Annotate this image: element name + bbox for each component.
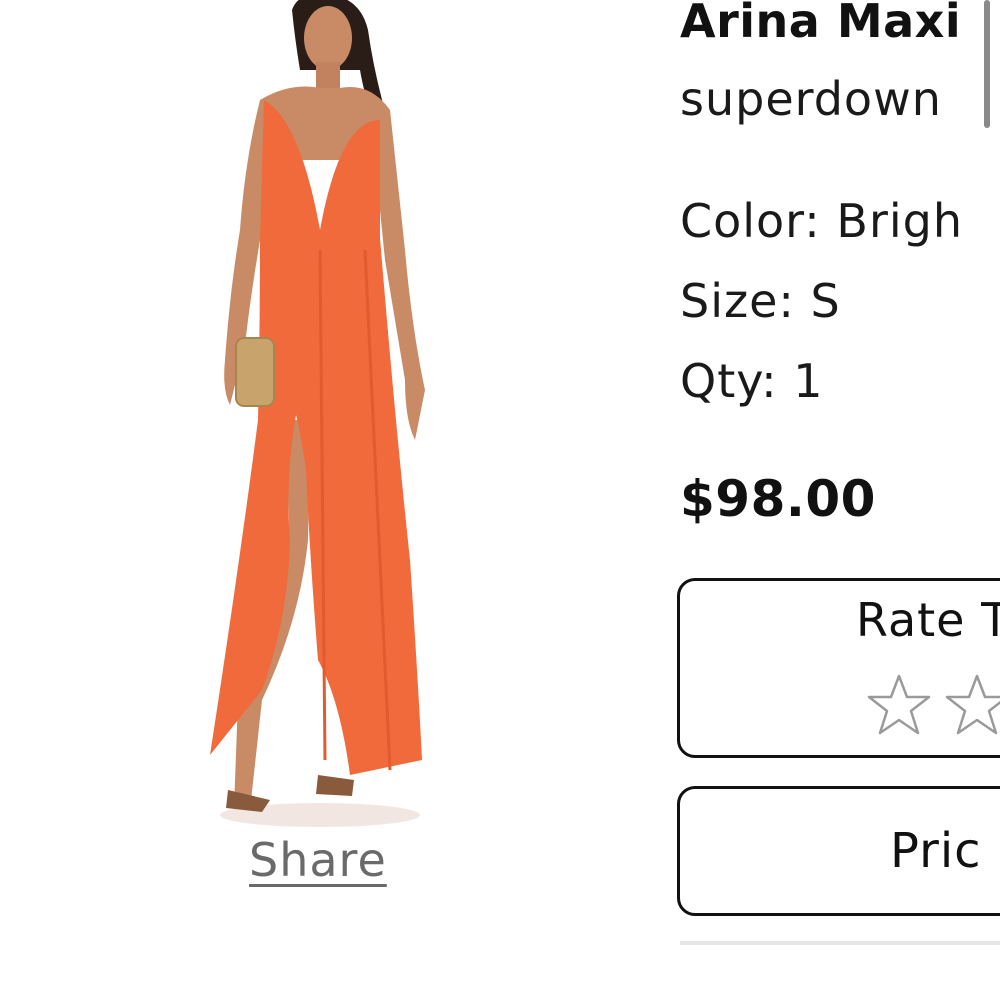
size-line: Size: S [680, 274, 841, 328]
qty-line: Qty: 1 [680, 354, 824, 408]
rate-box[interactable]: Rate T [677, 578, 1000, 758]
star-icon[interactable] [944, 673, 1000, 739]
brand-name[interactable]: superdown [680, 72, 942, 126]
clutch-bag [235, 337, 275, 407]
share-link[interactable]: Share [249, 833, 387, 887]
face [304, 6, 352, 70]
rate-title: Rate T [856, 593, 1000, 647]
price-box-button[interactable]: Pric [677, 786, 1000, 916]
product-title: Arina Maxi [680, 0, 962, 48]
divider [680, 941, 1000, 945]
scrollbar[interactable] [984, 0, 990, 128]
star-icon[interactable] [866, 673, 932, 739]
color-line: Color: Brigh [680, 194, 964, 248]
sandal [316, 775, 354, 796]
price-box-label: Pric [890, 823, 982, 879]
product-price: $98.00 [680, 470, 876, 528]
product-photo[interactable] [200, 0, 450, 830]
page: Share Arina Maxi superdown Color: Brigh … [0, 0, 1000, 1000]
dress-illustration [210, 0, 425, 827]
neck [316, 62, 340, 92]
